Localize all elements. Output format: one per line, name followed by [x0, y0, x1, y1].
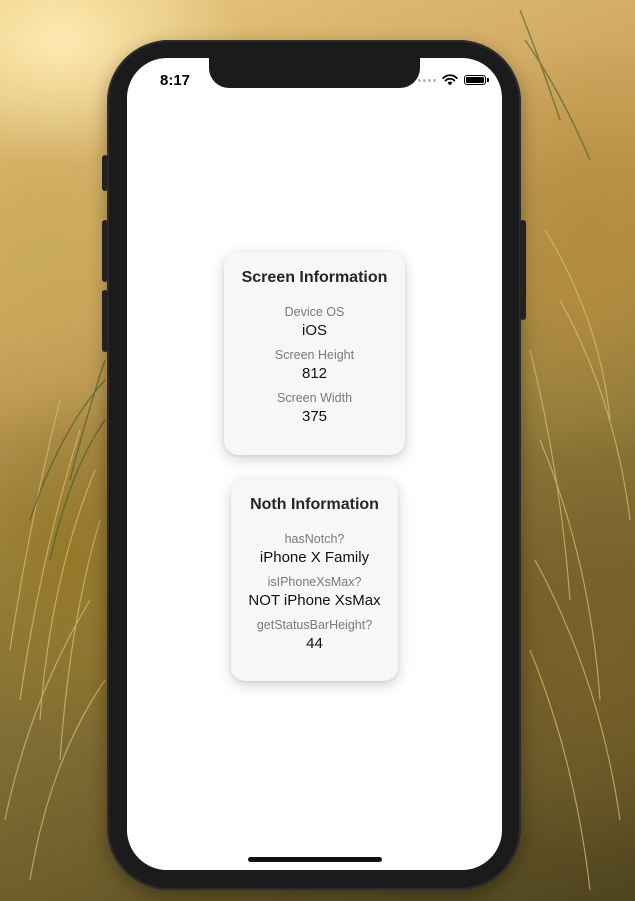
home-indicator[interactable] — [248, 857, 382, 862]
card-title: Noth Information — [250, 496, 379, 513]
field-label: getStatusBarHeight? — [256, 618, 373, 632]
field-label: Device OS — [284, 305, 345, 319]
app-screen: 8:17 Screen Information Device OS iOS Sc… — [127, 58, 502, 870]
field-label: Screen Width — [276, 391, 353, 405]
battery-icon — [464, 75, 489, 85]
screen-information-card: Screen Information Device OS iOS Screen … — [224, 252, 405, 455]
card-title: Screen Information — [241, 269, 388, 286]
field-label: isIPhoneXsMax? — [267, 575, 362, 589]
field-value: 375 — [301, 408, 328, 425]
status-icons — [418, 74, 489, 86]
notch-information-card: Noth Information hasNotch? iPhone X Fami… — [231, 479, 398, 681]
field-label: hasNotch? — [284, 532, 345, 546]
field-label: Screen Height — [274, 348, 355, 362]
field-value: NOT iPhone XsMax — [248, 592, 381, 609]
cellular-signal-icon — [418, 78, 436, 82]
volume-up-button — [102, 220, 108, 282]
field-value: 812 — [301, 365, 328, 382]
power-button — [520, 220, 526, 320]
status-time: 8:17 — [160, 72, 191, 89]
silent-switch — [102, 155, 108, 191]
field-value: iPhone X Family — [259, 549, 370, 566]
volume-down-button — [102, 290, 108, 352]
notch — [209, 58, 420, 88]
field-value: 44 — [306, 635, 323, 652]
field-value: iOS — [301, 322, 327, 339]
wifi-icon — [442, 74, 458, 86]
